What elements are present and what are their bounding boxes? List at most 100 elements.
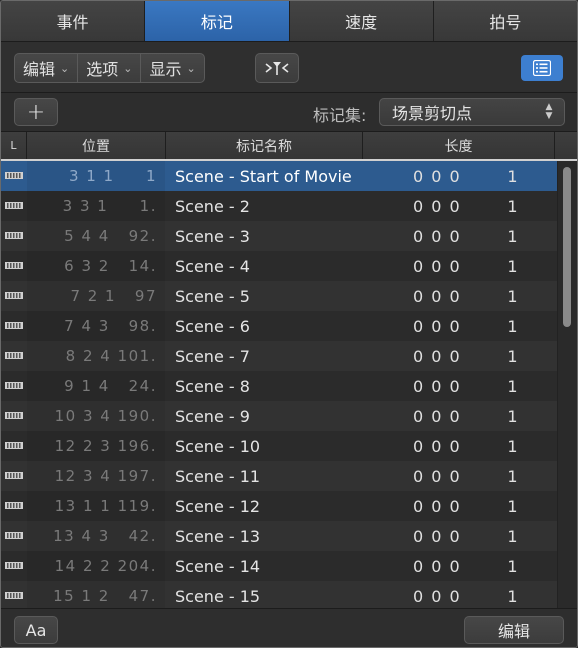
table-row[interactable]: 3 1 1 1 Scene - Start of Movie 0 0 0 1 — [1, 161, 557, 191]
options-menu-label: 选项 — [86, 60, 119, 79]
table-row[interactable]: 12 2 3 196. Scene - 10 0 0 0 1 — [1, 431, 557, 461]
table-row[interactable]: 15 1 2 47. Scene - 15 0 0 0 1 — [1, 581, 557, 608]
marker-icon — [5, 592, 23, 599]
column-header-lock[interactable]: L — [1, 132, 27, 159]
length-cell[interactable]: 0 0 0 1 — [363, 281, 519, 311]
marker-name-cell[interactable]: Scene - 5 — [175, 281, 250, 311]
length-cell[interactable]: 0 0 0 1 — [363, 311, 519, 341]
marker-set-select[interactable]: 场景剪切点 ▲ ▼ — [379, 98, 565, 126]
view-menu-button[interactable]: 显示 ⌄ — [141, 54, 203, 82]
view-menu-label: 显示 — [149, 60, 182, 79]
table-row[interactable]: 9 1 4 24. Scene - 8 0 0 0 1 — [1, 371, 557, 401]
marker-icon — [5, 172, 23, 179]
position-cell[interactable]: 13 4 3 42. — [27, 521, 157, 551]
position-cell[interactable]: 12 2 3 196. — [27, 431, 157, 461]
edit-menu-button[interactable]: 编辑 ⌄ — [15, 54, 79, 82]
marker-icon — [5, 232, 23, 239]
position-cell[interactable]: 6 3 2 14. — [27, 251, 157, 281]
add-marker-button[interactable]: + — [14, 98, 58, 126]
playhead-catch-icon — [265, 62, 289, 75]
position-cell[interactable]: 13 1 1 119. — [27, 491, 157, 521]
marker-name-cell[interactable]: Scene - 8 — [175, 371, 250, 401]
tab-bar: 事件 标记 速度 拍号 — [1, 1, 577, 42]
column-header-length[interactable]: 长度 — [363, 132, 555, 159]
tab-events-label: 事件 — [56, 13, 89, 32]
marker-name-cell[interactable]: Scene - 11 — [175, 461, 260, 491]
marker-icon — [5, 292, 23, 299]
tab-events[interactable]: 事件 — [1, 1, 146, 41]
table-row[interactable]: 12 3 4 197. Scene - 11 0 0 0 1 — [1, 461, 557, 491]
tab-markers-label: 标记 — [200, 13, 233, 32]
edit-button[interactable]: 编辑 — [464, 616, 564, 644]
length-cell[interactable]: 0 0 0 1 — [363, 341, 519, 371]
length-cell[interactable]: 0 0 0 1 — [363, 581, 519, 608]
length-cell[interactable]: 0 0 0 1 — [363, 521, 519, 551]
table-row[interactable]: 13 4 3 42. Scene - 13 0 0 0 1 — [1, 521, 557, 551]
tab-signature[interactable]: 拍号 — [433, 1, 577, 41]
font-size-button[interactable]: Aa — [14, 616, 58, 644]
length-cell[interactable]: 0 0 0 1 — [363, 551, 519, 581]
position-cell[interactable]: 7 4 3 98. — [27, 311, 157, 341]
marker-name-cell[interactable]: Scene - 9 — [175, 401, 250, 431]
toolbar: 编辑 ⌄ 选项 ⌄ 显示 ⌄ — [1, 42, 577, 93]
column-header-position[interactable]: 位置 — [27, 132, 166, 159]
marker-name-cell[interactable]: Scene - 14 — [175, 551, 260, 581]
marker-name-cell[interactable]: Scene - 15 — [175, 581, 260, 608]
length-cell[interactable]: 0 0 0 1 — [363, 191, 519, 221]
position-cell[interactable]: 3 1 1 1 — [27, 161, 157, 191]
marker-icon — [5, 472, 23, 479]
vertical-scrollbar[interactable] — [557, 161, 577, 608]
position-cell[interactable]: 8 2 4 101. — [27, 341, 157, 371]
position-cell[interactable]: 7 2 1 97 — [27, 281, 157, 311]
marker-name-cell[interactable]: Scene - 10 — [175, 431, 260, 461]
tab-tempo-label: 速度 — [345, 13, 378, 32]
table-row[interactable]: 7 4 3 98. Scene - 6 0 0 0 1 — [1, 311, 557, 341]
table-row[interactable]: 14 2 2 204. Scene - 14 0 0 0 1 — [1, 551, 557, 581]
position-cell[interactable]: 5 4 4 92. — [27, 221, 157, 251]
marker-name-cell[interactable]: Scene - 12 — [175, 491, 260, 521]
table-row[interactable]: 10 3 4 190. Scene - 9 0 0 0 1 — [1, 401, 557, 431]
position-cell[interactable]: 12 3 4 197. — [27, 461, 157, 491]
tab-markers[interactable]: 标记 — [145, 1, 290, 41]
length-cell[interactable]: 0 0 0 1 — [363, 371, 519, 401]
table-row[interactable]: 7 2 1 97 Scene - 5 0 0 0 1 — [1, 281, 557, 311]
marker-name-cell[interactable]: Scene - 3 — [175, 221, 250, 251]
chevron-down-icon: ⌄ — [186, 61, 196, 75]
length-cell[interactable]: 0 0 0 1 — [363, 491, 519, 521]
marker-icon — [5, 532, 23, 539]
marker-name-cell[interactable]: Scene - 7 — [175, 341, 250, 371]
position-cell[interactable]: 3 3 1 1. — [27, 191, 157, 221]
table-row[interactable]: 6 3 2 14. Scene - 4 0 0 0 1 — [1, 251, 557, 281]
marker-name-cell[interactable]: Scene - 13 — [175, 521, 260, 551]
table-row[interactable]: 13 1 1 119. Scene - 12 0 0 0 1 — [1, 491, 557, 521]
footer-bar: Aa 编辑 — [1, 608, 577, 647]
table-row[interactable]: 3 3 1 1. Scene - 2 0 0 0 1 — [1, 191, 557, 221]
length-cell[interactable]: 0 0 0 1 — [363, 161, 519, 191]
list-view-toggle-button[interactable] — [521, 55, 563, 81]
tab-tempo[interactable]: 速度 — [289, 1, 434, 41]
length-cell[interactable]: 0 0 0 1 — [363, 461, 519, 491]
scrollbar-thumb[interactable] — [563, 167, 571, 327]
length-cell[interactable]: 0 0 0 1 — [363, 401, 519, 431]
marker-name-cell[interactable]: Scene - Start of Movie — [175, 161, 352, 191]
position-cell[interactable]: 10 3 4 190. — [27, 401, 157, 431]
marker-name-cell[interactable]: Scene - 6 — [175, 311, 250, 341]
position-cell[interactable]: 15 1 2 47. — [27, 581, 157, 608]
length-header-label: 长度 — [444, 138, 473, 155]
position-cell[interactable]: 9 1 4 24. — [27, 371, 157, 401]
table-row[interactable]: 8 2 4 101. Scene - 7 0 0 0 1 — [1, 341, 557, 371]
options-menu-button[interactable]: 选项 ⌄ — [78, 54, 142, 82]
marker-icon — [5, 262, 23, 269]
column-header-name[interactable]: 标记名称 — [166, 132, 363, 159]
marker-icon — [5, 382, 23, 389]
marker-icon — [5, 352, 23, 359]
chevron-down-icon: ⌄ — [60, 61, 70, 75]
length-cell[interactable]: 0 0 0 1 — [363, 431, 519, 461]
marker-name-cell[interactable]: Scene - 4 — [175, 251, 250, 281]
position-cell[interactable]: 14 2 2 204. — [27, 551, 157, 581]
marker-name-cell[interactable]: Scene - 2 — [175, 191, 250, 221]
table-row[interactable]: 5 4 4 92. Scene - 3 0 0 0 1 — [1, 221, 557, 251]
catch-playhead-button[interactable] — [255, 53, 299, 83]
length-cell[interactable]: 0 0 0 1 — [363, 221, 519, 251]
length-cell[interactable]: 0 0 0 1 — [363, 251, 519, 281]
